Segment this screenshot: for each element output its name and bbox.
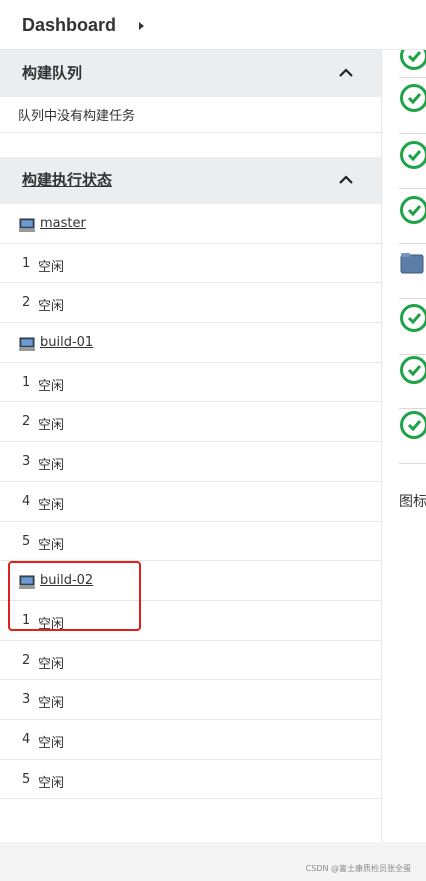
success-icon[interactable] (399, 195, 426, 225)
executor-state: 空闲 (38, 378, 65, 394)
executor-number: 5 (22, 533, 31, 549)
legend-link[interactable]: 图标 (399, 491, 426, 511)
executor-row: 2 空闲 (0, 283, 381, 324)
executor-state: 空闲 (38, 458, 65, 474)
node-row: build-01 (0, 323, 381, 363)
executor-state: 空闲 (38, 775, 65, 791)
executor-number: 2 (22, 295, 31, 311)
executor-state: 空闲 (38, 259, 65, 275)
executor-state: 空闲 (38, 696, 65, 712)
executor-list: master 1 空闲 2 空闲 build-01 1 空闲 2 空闲 3 空闲 4 空闲 5 空闲 build… (0, 204, 381, 800)
success-icon[interactable] (399, 355, 426, 385)
executor-number: 2 (22, 652, 31, 668)
executor-number: 4 (22, 493, 31, 509)
computer-icon (19, 574, 35, 590)
success-icon[interactable] (399, 140, 426, 170)
node-row: master (0, 204, 381, 244)
node-row: build-02 (0, 561, 381, 601)
executor-state: 空闲 (38, 616, 65, 632)
computer-icon (19, 336, 35, 352)
computer-icon (19, 217, 35, 232)
right-panel: 图标 (383, 50, 426, 842)
breadcrumb-caret-icon[interactable] (139, 22, 144, 30)
executor-state: 空闲 (38, 299, 65, 315)
node-link[interactable]: master (40, 216, 86, 231)
executor-number: 1 (22, 612, 31, 628)
row-separator (399, 408, 426, 409)
footer: CSDN @富士康质检员张全蛋 (0, 842, 426, 881)
executor-row: 5 空闲 (0, 760, 381, 800)
row-separator (399, 133, 426, 134)
breadcrumb-bar: Dashboard (0, 0, 426, 50)
executor-state: 空闲 (38, 735, 65, 751)
executor-state: 空闲 (38, 537, 65, 553)
executor-state: 空闲 (38, 497, 65, 513)
executor-number: 1 (22, 255, 31, 271)
row-separator (399, 188, 426, 189)
executor-number: 3 (22, 692, 31, 708)
executor-status-header: 构建执行状态 (0, 157, 381, 204)
executor-row: 2 空闲 (0, 641, 381, 681)
collapse-chevron-up-icon[interactable] (337, 64, 355, 82)
folder-icon[interactable] (399, 248, 426, 278)
success-icon[interactable] (399, 83, 426, 113)
executor-state: 空闲 (38, 656, 65, 672)
executor-row: 4 空闲 (0, 482, 381, 522)
executor-row: 1 空闲 (0, 601, 381, 641)
row-separator (399, 77, 426, 78)
row-separator (399, 463, 426, 464)
executor-number: 1 (22, 374, 31, 390)
executor-row: 4 空闲 (0, 720, 381, 760)
collapse-chevron-up-icon[interactable] (337, 171, 355, 189)
watermark: CSDN @富士康质检员张全蛋 (305, 864, 411, 873)
executor-row: 3 空闲 (0, 442, 381, 482)
executor-state: 空闲 (38, 418, 65, 434)
executor-status-title[interactable]: 构建执行状态 (22, 169, 112, 190)
executor-row: 1 空闲 (0, 244, 381, 284)
breadcrumb-dashboard[interactable]: Dashboard (22, 15, 116, 36)
node-link[interactable]: build-01 (40, 335, 93, 350)
build-queue-empty-text: 队列中没有构建任务 (18, 109, 136, 124)
executor-number: 3 (22, 454, 31, 470)
success-icon[interactable] (399, 410, 426, 440)
row-separator (399, 243, 426, 244)
build-queue-title: 构建队列 (22, 64, 83, 82)
success-icon[interactable] (399, 303, 426, 333)
node-link[interactable]: build-02 (40, 573, 93, 588)
success-icon[interactable] (399, 50, 426, 71)
executor-row: 1 空闲 (0, 363, 381, 403)
build-queue-header: 构建队列 (0, 50, 381, 97)
executor-number: 5 (22, 771, 31, 787)
executor-row: 5 空闲 (0, 522, 381, 562)
row-separator (399, 298, 426, 299)
executor-row: 3 空闲 (0, 680, 381, 720)
executor-row: 2 空闲 (0, 402, 381, 443)
build-queue-empty: 队列中没有构建任务 (0, 94, 381, 133)
executor-number: 4 (22, 731, 31, 747)
executor-number: 2 (22, 414, 31, 430)
